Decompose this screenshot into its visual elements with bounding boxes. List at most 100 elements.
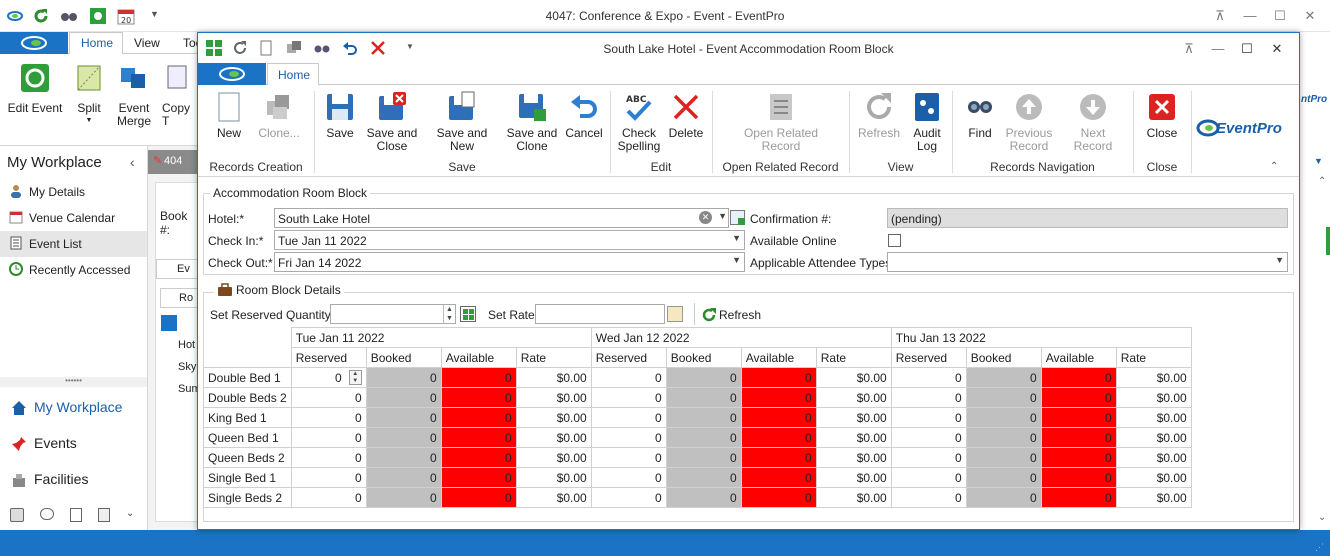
rate-cell[interactable]: $0.00 [515, 387, 592, 408]
tab-rooms[interactable]: Ro [160, 288, 199, 308]
rate-cell[interactable]: $0.00 [815, 407, 892, 428]
more-chevron-icon[interactable]: ⌄ [126, 508, 134, 519]
chevron-down-icon[interactable]: ▼ [1275, 255, 1284, 265]
restore-ribbon-icon[interactable]: ⊼ [1212, 8, 1228, 24]
rate-cell[interactable]: $0.00 [515, 367, 592, 388]
rate-cell[interactable]: $0.00 [815, 467, 892, 488]
rate-cell[interactable]: $0.00 [815, 387, 892, 408]
column-header-available[interactable]: Available [740, 347, 817, 368]
attendee-types-select[interactable]: ▼ [887, 252, 1288, 272]
table-row[interactable]: Double Beds 2 0 0 0 $0.00 0 0 0 $0.00 0 0 0 $0.00 [203, 387, 1192, 408]
app-menu-button[interactable] [0, 32, 68, 54]
column-header-available[interactable]: Available [440, 347, 517, 368]
delete-button[interactable]: Delete [666, 91, 706, 147]
column-header-rate[interactable]: Rate [515, 347, 592, 368]
column-header-reserved[interactable]: Reserved [590, 347, 667, 368]
reserved-cell[interactable]: 0 [290, 387, 367, 408]
column-header-booked[interactable]: Booked [965, 347, 1042, 368]
close-window-icon[interactable]: ✕ [1269, 41, 1285, 57]
rate-cell[interactable]: $0.00 [1115, 427, 1192, 448]
rate-input[interactable] [535, 304, 665, 324]
sidebar-item-my-details[interactable]: My Details [0, 179, 147, 205]
new-button[interactable]: New [208, 91, 250, 147]
rate-cell[interactable]: $0.00 [515, 427, 592, 448]
rate-cell[interactable]: $0.00 [1115, 487, 1192, 508]
apply-quantity-icon[interactable] [460, 306, 476, 322]
chat-icon[interactable] [40, 508, 54, 520]
sidebar-splitter[interactable]: •••••• [0, 377, 147, 387]
column-header-booked[interactable]: Booked [665, 347, 742, 368]
chevron-down-icon[interactable]: ▼ [718, 211, 727, 221]
reserved-cell[interactable]: 0 [290, 467, 367, 488]
save-button[interactable]: Save [322, 91, 358, 147]
reserved-cell[interactable]: 0 [890, 487, 967, 508]
close-button[interactable]: Close [1142, 91, 1182, 147]
rate-cell[interactable]: $0.00 [1115, 447, 1192, 468]
users-icon[interactable] [10, 508, 24, 522]
next-record-button[interactable]: Next Record [1060, 91, 1126, 153]
cancel-button[interactable]: Cancel [564, 91, 604, 147]
column-header-reserved[interactable]: Reserved [890, 347, 967, 368]
document-icon[interactable] [70, 508, 82, 522]
reserved-cell[interactable]: 0 [290, 407, 367, 428]
minimize-icon[interactable]: — [1242, 8, 1258, 24]
reserved-cell[interactable]: 0 [890, 387, 967, 408]
reserved-cell[interactable]: 0 [290, 427, 367, 448]
reserved-cell[interactable]: 0 [590, 407, 667, 428]
find-button[interactable]: Find [962, 91, 998, 147]
reserved-cell[interactable]: 0 [590, 467, 667, 488]
reserved-cell[interactable]: 0 [890, 407, 967, 428]
column-header-available[interactable]: Available [1040, 347, 1117, 368]
check-out-date-picker[interactable]: Fri Jan 14 2022 ▼ [274, 252, 745, 272]
rate-cell[interactable]: $0.00 [515, 467, 592, 488]
column-header-rate[interactable]: Rate [1115, 347, 1192, 368]
column-header-reserved[interactable]: Reserved [290, 347, 367, 368]
nav-events[interactable]: Events [0, 426, 147, 460]
collapse-sidebar-icon[interactable]: ‹ [130, 154, 135, 170]
chevron-down-icon[interactable]: ▼ [732, 255, 741, 265]
rate-cell[interactable]: $0.00 [515, 487, 592, 508]
reserved-cell[interactable]: 0 [590, 447, 667, 468]
apply-rate-icon[interactable] [667, 306, 683, 322]
clipboard-icon[interactable] [98, 508, 110, 522]
reserved-cell[interactable]: 0 [890, 467, 967, 488]
reserved-cell[interactable]: 0 [590, 387, 667, 408]
rate-cell[interactable]: $0.00 [1115, 387, 1192, 408]
tab-events[interactable]: Ev [156, 259, 199, 279]
rate-cell[interactable]: $0.00 [815, 487, 892, 508]
save-and-clone-button[interactable]: Save and Clone [506, 91, 558, 161]
tab-home[interactable]: Home [278, 68, 310, 82]
table-row[interactable]: Queen Bed 1 0 0 0 $0.00 0 0 0 $0.00 0 0 0 $0.00 [203, 427, 1192, 448]
nav-my-workplace[interactable]: My Workplace [0, 390, 147, 424]
rate-cell[interactable]: $0.00 [815, 367, 892, 388]
reserved-cell[interactable]: 0 [890, 367, 967, 388]
save-and-close-button[interactable]: Save and Close [366, 91, 418, 161]
resize-grip-icon[interactable]: ⋰ [1315, 542, 1324, 553]
scroll-down-icon[interactable]: ⌄ [1318, 512, 1326, 523]
column-header-booked[interactable]: Booked [365, 347, 442, 368]
column-header-rate[interactable]: Rate [815, 347, 892, 368]
edit-event-button[interactable]: Edit Event [6, 60, 64, 130]
nav-facilities[interactable]: Facilities [0, 462, 147, 496]
table-row[interactable]: Queen Beds 2 0 0 0 $0.00 0 0 0 $0.00 0 0 0 $0.00 [203, 447, 1192, 468]
refresh-button[interactable]: Refresh [856, 91, 902, 147]
hotel-lookup-icon[interactable] [730, 210, 745, 225]
split-button[interactable]: Split ▼ [70, 60, 108, 130]
minimize-icon[interactable]: — [1210, 41, 1226, 57]
table-row[interactable]: Single Beds 2 0 0 0 $0.00 0 0 0 $0.00 0 0 0 $0.00 [203, 487, 1192, 508]
close-icon[interactable]: ✕ [1302, 8, 1318, 24]
hotel-select[interactable]: South Lake Hotel ✕ ▼ [274, 208, 729, 228]
reserved-cell[interactable]: 0 [590, 487, 667, 508]
reserved-cell[interactable]: 0 [290, 447, 367, 468]
rate-cell[interactable]: $0.00 [1115, 407, 1192, 428]
maximize-icon[interactable]: ☐ [1239, 41, 1255, 57]
clear-icon[interactable]: ✕ [699, 211, 712, 224]
collapse-ribbon-icon[interactable]: ⌃ [1270, 161, 1278, 172]
ribbon-expand-icon[interactable]: ▼ [1314, 156, 1323, 166]
spinner-icon[interactable]: ▲ ▼ [443, 305, 455, 323]
maximize-icon[interactable]: ☐ [1272, 8, 1288, 24]
app-menu-button[interactable] [198, 63, 266, 85]
spinner-icon[interactable]: ▲ ▼ [348, 370, 362, 385]
reserved-cell[interactable]: 0 [590, 427, 667, 448]
reserved-cell[interactable]: 0 [890, 447, 967, 468]
